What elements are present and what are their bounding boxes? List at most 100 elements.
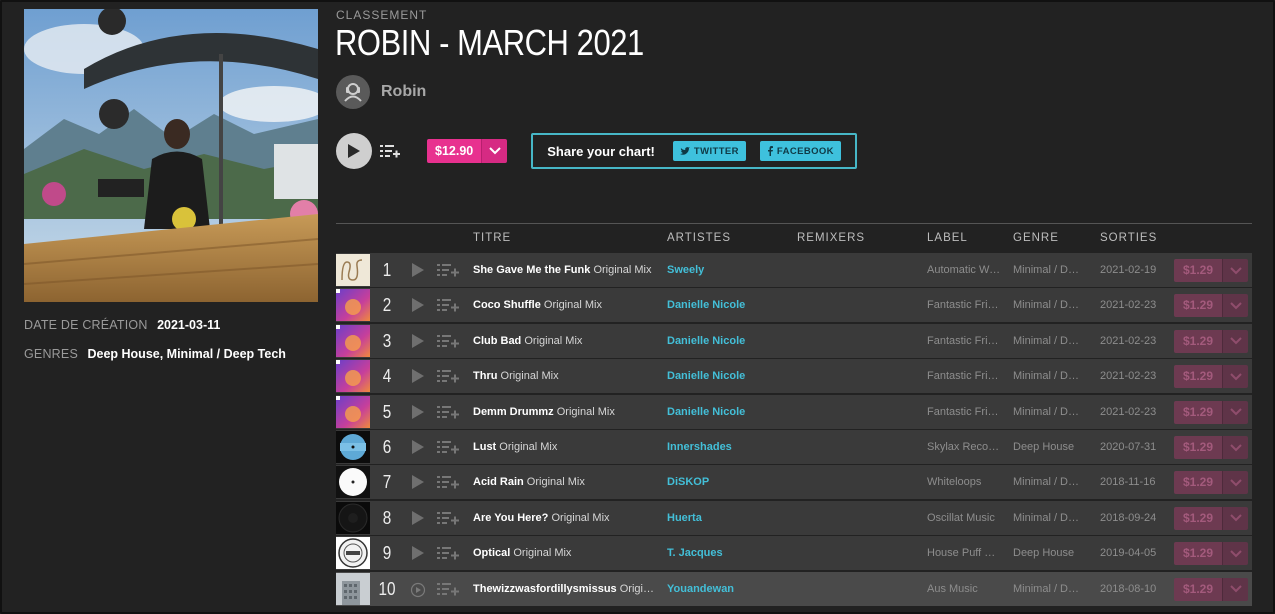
add-to-queue-icon[interactable] <box>437 369 459 383</box>
chevron-down-icon[interactable] <box>1222 577 1248 601</box>
track-artwork[interactable] <box>336 289 370 322</box>
add-to-queue-icon[interactable] <box>437 546 459 560</box>
column-header-label[interactable]: LABEL <box>927 232 968 244</box>
buy-track-button[interactable]: $1.29 <box>1174 400 1248 424</box>
track-row[interactable]: 8 Are You Here? Original Mix Huerta Oscilla… <box>336 500 1252 535</box>
track-title[interactable]: Club Bad Original Mix <box>473 324 655 358</box>
play-icon[interactable] <box>410 298 426 313</box>
chevron-down-icon[interactable] <box>1222 365 1248 389</box>
track-artist[interactable]: Youandewan <box>667 572 787 606</box>
track-artist[interactable]: Sweely <box>667 253 787 287</box>
track-title[interactable]: Optical Original Mix <box>473 536 655 570</box>
add-all-to-queue-button[interactable] <box>379 140 401 162</box>
chevron-down-icon[interactable] <box>1222 506 1248 530</box>
track-genre[interactable]: Minimal / Deep Tech <box>1013 395 1085 429</box>
play-icon[interactable] <box>410 546 426 561</box>
track-artwork[interactable] <box>336 360 370 393</box>
track-row[interactable]: 2 Coco Shuffle Original Mix Danielle Nicol… <box>336 288 1252 323</box>
curator[interactable]: Robin <box>336 75 426 109</box>
add-to-queue-icon[interactable] <box>437 440 459 454</box>
buy-track-button[interactable]: $1.29 <box>1174 329 1248 353</box>
add-to-queue-icon[interactable] <box>437 263 459 277</box>
genres-value[interactable]: Deep House, Minimal / Deep Tech <box>87 347 285 361</box>
chevron-down-icon[interactable] <box>1222 471 1248 495</box>
track-artwork[interactable] <box>336 501 370 534</box>
buy-track-button[interactable]: $1.29 <box>1174 577 1248 601</box>
track-title[interactable]: Thewizzwasfordillysmissus Original Mix <box>473 572 655 606</box>
track-artwork[interactable] <box>336 572 370 605</box>
track-genre[interactable]: Minimal / Deep Tech <box>1013 501 1085 535</box>
chevron-down-icon[interactable] <box>1222 329 1248 353</box>
play-circle-icon[interactable] <box>410 582 426 597</box>
track-artist[interactable]: Danielle Nicole <box>667 324 787 358</box>
chevron-down-icon[interactable] <box>1222 294 1248 318</box>
track-label[interactable]: Fantastic Friends <box>927 288 1001 322</box>
add-to-queue-icon[interactable] <box>437 298 459 312</box>
chevron-down-icon[interactable] <box>1222 436 1248 459</box>
buy-track-button[interactable]: $1.29 <box>1174 506 1248 530</box>
track-artist[interactable]: Danielle Nicole <box>667 395 787 429</box>
buy-chart-button[interactable]: $12.90 <box>427 139 508 163</box>
track-artwork[interactable] <box>336 254 370 286</box>
chevron-down-icon[interactable] <box>481 139 508 163</box>
play-all-button[interactable] <box>336 133 372 169</box>
play-icon[interactable] <box>410 369 426 384</box>
track-genre[interactable]: Minimal / Deep Tech <box>1013 324 1085 358</box>
track-label[interactable]: Oscillat Music <box>927 501 1001 535</box>
track-label[interactable]: Whiteloops <box>927 465 1001 499</box>
column-header-remixers[interactable]: REMIXERS <box>797 232 865 244</box>
track-row[interactable]: 1 She Gave Me the Funk Original Mix Sweely… <box>336 253 1252 287</box>
add-to-queue-icon[interactable] <box>437 511 459 525</box>
track-title[interactable]: She Gave Me the Funk Original Mix <box>473 253 655 287</box>
track-row[interactable]: 3 Club Bad Original Mix Danielle Nicole Fan… <box>336 323 1252 358</box>
track-row[interactable]: 9 Optical Original Mix T. Jacques House Puf… <box>336 536 1252 571</box>
track-artist[interactable]: Danielle Nicole <box>667 288 787 322</box>
track-title[interactable]: Lust Original Mix <box>473 430 655 464</box>
track-title[interactable]: Are You Here? Original Mix <box>473 501 655 535</box>
track-genre[interactable]: Minimal / Deep Tech <box>1013 253 1085 287</box>
column-header-genre[interactable]: GENRE <box>1013 232 1059 244</box>
chevron-down-icon[interactable] <box>1222 259 1248 282</box>
play-icon[interactable] <box>410 440 426 454</box>
track-artist[interactable]: Innershades <box>667 430 787 464</box>
track-genre[interactable]: Deep House <box>1013 430 1085 464</box>
track-genre[interactable]: Minimal / Deep Tech <box>1013 288 1085 322</box>
chevron-down-icon[interactable] <box>1222 542 1248 566</box>
column-header-title[interactable]: TITRE <box>473 232 511 244</box>
column-header-release[interactable]: SORTIES <box>1100 232 1157 244</box>
buy-track-button[interactable]: $1.29 <box>1174 436 1248 459</box>
track-row[interactable]: 10 Thewizzwasfordillysmissus Original Mix… <box>336 571 1252 606</box>
track-artist[interactable]: DiSKOP <box>667 465 787 499</box>
track-label[interactable]: House Puff Records <box>927 536 1001 570</box>
add-to-queue-icon[interactable] <box>437 405 459 419</box>
track-row[interactable]: 4 Thru Original Mix Danielle Nicole Fantast… <box>336 359 1252 394</box>
track-row[interactable]: 6 Lust Original Mix Innershades Skylax Reco… <box>336 430 1252 464</box>
track-title[interactable]: Demm Drummz Original Mix <box>473 395 655 429</box>
buy-track-button[interactable]: $1.29 <box>1174 294 1248 318</box>
track-row[interactable]: 7 Acid Rain Original Mix DiSKOP Whiteloops M… <box>336 465 1252 500</box>
add-to-queue-icon[interactable] <box>437 334 459 348</box>
track-label[interactable]: Fantastic Friends <box>927 324 1001 358</box>
track-artwork[interactable] <box>336 466 370 499</box>
track-artist[interactable]: Danielle Nicole <box>667 359 787 393</box>
add-to-queue-icon[interactable] <box>437 475 459 489</box>
buy-track-button[interactable]: $1.29 <box>1174 542 1248 566</box>
track-genre[interactable]: Minimal / Deep Tech <box>1013 465 1085 499</box>
track-artwork[interactable] <box>336 537 370 570</box>
facebook-share-button[interactable]: FACEBOOK <box>759 141 841 161</box>
track-title[interactable]: Coco Shuffle Original Mix <box>473 288 655 322</box>
track-label[interactable]: Fantastic Friends <box>927 395 1001 429</box>
track-title[interactable]: Acid Rain Original Mix <box>473 465 655 499</box>
buy-track-button[interactable]: $1.29 <box>1174 471 1248 495</box>
play-icon[interactable] <box>410 333 426 348</box>
track-artwork[interactable] <box>336 324 370 357</box>
track-genre[interactable]: Minimal / Deep Tech <box>1013 359 1085 393</box>
buy-track-button[interactable]: $1.29 <box>1174 365 1248 389</box>
play-icon[interactable] <box>410 475 426 490</box>
track-label[interactable]: Aus Music <box>927 572 1001 606</box>
track-genre[interactable]: Deep House <box>1013 536 1085 570</box>
play-icon[interactable] <box>410 404 426 419</box>
track-row[interactable]: 5 Demm Drummz Original Mix Danielle Nicole… <box>336 394 1252 429</box>
curator-name[interactable]: Robin <box>381 83 426 101</box>
track-label[interactable]: Fantastic Friends <box>927 359 1001 393</box>
